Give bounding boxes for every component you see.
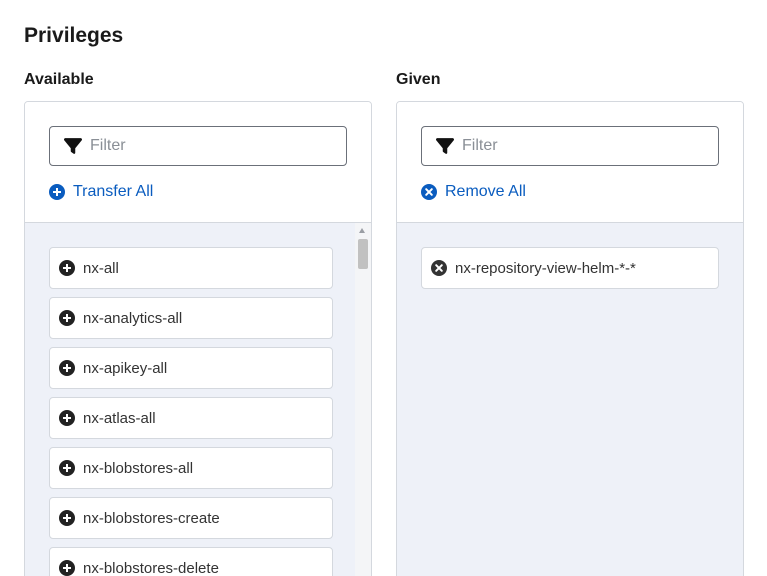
given-filter-field[interactable] [421,126,719,166]
list-item[interactable]: nx-all [49,247,333,289]
remove-all-label: Remove All [445,183,526,200]
plus-circle-icon [59,560,75,576]
list-item-label: nx-repository-view-helm-*-* [455,259,636,277]
plus-circle-icon [59,510,75,526]
available-list-scrollbar[interactable] [355,223,371,576]
available-filter-input[interactable] [90,137,330,155]
scroll-up-arrow-icon[interactable] [359,228,365,233]
given-filter-input[interactable] [462,137,702,155]
list-item[interactable]: nx-blobstores-all [49,447,333,489]
filter-icon [64,138,82,154]
list-item-label: nx-atlas-all [83,409,156,427]
available-list-area: nx-all nx-analytics-all nx-apikey-all nx… [25,223,371,576]
transfer-all-button[interactable]: Transfer All [49,183,153,201]
available-filter-field[interactable] [49,126,347,166]
plus-circle-icon [49,184,65,200]
plus-circle-icon [59,310,75,326]
given-list: nx-repository-view-helm-*-* [421,247,719,297]
list-item[interactable]: nx-repository-view-helm-*-* [421,247,719,289]
list-item[interactable]: nx-atlas-all [49,397,333,439]
given-list-area: nx-repository-view-helm-*-* [397,223,743,576]
transfer-all-label: Transfer All [73,183,154,200]
available-list: nx-all nx-analytics-all nx-apikey-all nx… [49,247,333,576]
list-item-label: nx-apikey-all [83,359,168,377]
given-label: Given [396,71,441,88]
plus-circle-icon [59,410,75,426]
x-circle-icon [421,184,437,200]
x-circle-icon [431,260,447,276]
scroll-thumb[interactable] [358,239,368,269]
plus-circle-icon [59,460,75,476]
available-panel: Transfer All nx-all nx-analytics-all nx-… [24,101,372,576]
list-item-label: nx-all [83,259,119,277]
list-item-label: nx-blobstores-delete [83,559,219,576]
given-panel-header: Remove All [397,102,743,223]
list-item-label: nx-blobstores-all [83,459,194,477]
plus-circle-icon [59,260,75,276]
list-item[interactable]: nx-apikey-all [49,347,333,389]
list-item[interactable]: nx-analytics-all [49,297,333,339]
filter-icon [436,138,454,154]
available-label: Available [24,71,94,88]
list-item-label: nx-analytics-all [83,309,183,327]
plus-circle-icon [59,360,75,376]
available-panel-header: Transfer All [25,102,371,223]
list-item[interactable]: nx-blobstores-delete [49,547,333,576]
list-item-label: nx-blobstores-create [83,509,220,527]
list-item[interactable]: nx-blobstores-create [49,497,333,539]
page-title: Privileges [24,24,124,47]
remove-all-button[interactable]: Remove All [421,183,526,201]
given-panel: Remove All nx-repository-view-helm-*-* [396,101,744,576]
